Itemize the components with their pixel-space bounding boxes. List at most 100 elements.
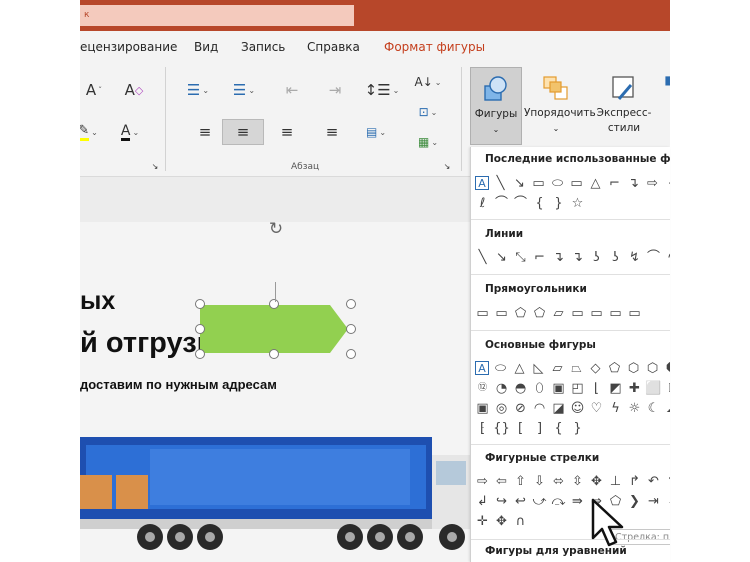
half-frame-shape-icon[interactable]: ◰ xyxy=(568,378,587,398)
frame-shape-icon[interactable]: ▣ xyxy=(549,378,568,398)
left-up-arrow-shape-icon[interactable]: ↰ xyxy=(663,471,670,491)
trapezoid-shape-icon[interactable]: ⏢ xyxy=(567,358,586,378)
parallelogram-shape-icon[interactable]: ▱ xyxy=(548,358,567,378)
curved-up-arrow-shape-icon[interactable]: ⤻ xyxy=(530,491,549,511)
curved-down-arrow-shape-icon[interactable]: ⤼ xyxy=(549,491,568,511)
elbow-connector-shape-icon[interactable]: ⌐ xyxy=(530,247,549,267)
right-triangle-shape-icon[interactable]: ◺ xyxy=(529,358,548,378)
teardrop-shape-icon[interactable]: ⬯ xyxy=(530,378,549,398)
heart-shape-icon[interactable]: ♡ xyxy=(587,398,606,418)
shapes-button[interactable]: Фигуры ⌄ xyxy=(470,67,522,145)
right-arrow-callout-shape-icon[interactable]: ⇥ xyxy=(644,491,663,511)
font-color-icon[interactable]: A ⌄ xyxy=(118,121,142,143)
rectangle-shape-icon[interactable]: ▭ xyxy=(529,173,548,193)
oval-shape-icon[interactable]: ⬭ xyxy=(491,358,510,378)
line-shape-icon[interactable]: ╲ xyxy=(491,173,510,193)
bent-arrow-shape-icon[interactable]: ↱ xyxy=(625,471,644,491)
up-down-arrow-shape-icon[interactable]: ⇳ xyxy=(568,471,587,491)
freeform-shape-icon[interactable]: ∿ xyxy=(663,247,670,267)
block-arc-shape-icon[interactable]: ◠ xyxy=(530,398,549,418)
arrow-line-shape-icon[interactable]: ↘ xyxy=(492,247,511,267)
folded-corner-shape-icon[interactable]: ◪ xyxy=(549,398,568,418)
tab-record[interactable]: Запись xyxy=(241,40,285,54)
resize-handle[interactable] xyxy=(195,299,205,309)
right-arrow-shape-icon[interactable]: ⇨ xyxy=(473,471,492,491)
round-diagonal-rectangle-shape-icon[interactable]: ▭ xyxy=(625,303,644,323)
numbering-icon[interactable]: ☰ ⌄ xyxy=(232,79,256,101)
align-right-icon[interactable]: ≡ xyxy=(275,121,299,143)
pentagon-shape-icon[interactable]: ⬠ xyxy=(605,358,624,378)
triangle-shape-icon[interactable]: △ xyxy=(586,173,605,193)
arc-shape-icon[interactable]: ⌒ xyxy=(511,193,530,213)
freeform-shape-icon[interactable]: ℓ xyxy=(473,193,492,213)
curved-right-arrow-shape-icon[interactable]: ↪ xyxy=(492,491,511,511)
heptagon-shape-icon[interactable]: ⬡ xyxy=(643,358,662,378)
tab-shape-format[interactable]: Формат фигуры xyxy=(384,40,485,54)
double-brace-shape-icon[interactable]: {} xyxy=(492,418,511,438)
slide-subtitle[interactable]: доставим по нужным адресам xyxy=(80,377,277,392)
can-shape-icon[interactable]: ⌸ xyxy=(663,378,670,398)
elbow-double-arrow-shape-icon[interactable]: ↴ xyxy=(568,247,587,267)
tab-help[interactable]: Справка xyxy=(307,40,360,54)
down-arrow-callout-shape-icon[interactable]: ⇩ xyxy=(663,491,670,511)
font-dialog-launcher-icon[interactable]: ↘ xyxy=(150,161,160,171)
curved-connector-shape-icon[interactable]: ʖ xyxy=(587,247,606,267)
arrange-button[interactable]: Упорядочить ⌄ xyxy=(524,67,596,145)
resize-handle[interactable] xyxy=(195,349,205,359)
curved-double-arrow-shape-icon[interactable]: ↯ xyxy=(625,247,644,267)
resize-handle[interactable] xyxy=(346,299,356,309)
cross-shape-icon[interactable]: ✚ xyxy=(625,378,644,398)
resize-handle[interactable] xyxy=(346,349,356,359)
shape-fill-icon[interactable]: ◧ xyxy=(658,69,670,91)
sun-shape-icon[interactable]: ☼ xyxy=(625,398,644,418)
up-arrow-shape-icon[interactable]: ⇧ xyxy=(511,471,530,491)
l-shape-icon[interactable]: ⌊ xyxy=(587,378,606,398)
align-text-icon[interactable]: ⊡ ⌄ xyxy=(416,101,440,123)
resize-handle[interactable] xyxy=(269,299,279,309)
curve-shape-icon[interactable]: ⌒ xyxy=(644,247,663,267)
cloud-shape-icon[interactable]: ☁ xyxy=(663,398,670,418)
arrow-line-shape-icon[interactable]: ↘ xyxy=(510,173,529,193)
hexagon-shape-icon[interactable]: ⬡ xyxy=(624,358,643,378)
resize-handle[interactable] xyxy=(195,324,205,334)
smiley-face-shape-icon[interactable]: ☺ xyxy=(568,398,587,418)
rectangle-shape-icon[interactable]: ▭ xyxy=(473,303,492,323)
paragraph-dialog-launcher-icon[interactable]: ↘ xyxy=(442,161,452,171)
snip-round-rectangle-shape-icon[interactable]: ▭ xyxy=(568,303,587,323)
round-two-corner-rectangle-shape-icon[interactable]: ▭ xyxy=(606,303,625,323)
double-arrow-line-shape-icon[interactable]: ⤡ xyxy=(511,247,530,267)
pie-shape-icon[interactable]: ◔ xyxy=(492,378,511,398)
search-box[interactable]: к xyxy=(80,5,354,26)
resize-handle[interactable] xyxy=(346,324,356,334)
elbow-connector-shape-icon[interactable]: ⌐ xyxy=(605,173,624,193)
chord-shape-icon[interactable]: ◓ xyxy=(511,378,530,398)
clear-formatting-icon[interactable]: A ◇ xyxy=(122,79,146,101)
bevel-shape-icon[interactable]: ▣ xyxy=(473,398,492,418)
rounded-rectangle-shape-icon[interactable]: ▭ xyxy=(567,173,586,193)
text-box-shape-icon[interactable]: A xyxy=(475,176,489,190)
right-brace-shape-icon[interactable]: } xyxy=(568,418,587,438)
rounded-rectangle-shape-icon[interactable]: ▭ xyxy=(492,303,511,323)
line-spacing-icon[interactable]: ↕☰ ⌄ xyxy=(365,79,400,101)
u-turn-arrow-shape-icon[interactable]: ↶ xyxy=(644,471,663,491)
slide-heading-line-1[interactable]: ых xyxy=(80,287,115,316)
elbow-arrow-shape-icon[interactable]: ↴ xyxy=(624,173,643,193)
decrease-font-icon[interactable]: Aˇ xyxy=(82,79,106,101)
right-brace-shape-icon[interactable]: } xyxy=(549,193,568,213)
circular-arrow-shape-icon[interactable]: ✥ xyxy=(492,511,511,531)
increase-indent-icon[interactable]: ⇥ xyxy=(323,79,347,101)
left-brace-shape-icon[interactable]: { xyxy=(530,193,549,213)
resize-handle[interactable] xyxy=(269,349,279,359)
curve-shape-icon[interactable]: ⌒ xyxy=(492,193,511,213)
curved-left-arrow-shape-icon[interactable]: ↩ xyxy=(511,491,530,511)
tab-review[interactable]: ецензирование xyxy=(80,40,177,54)
oval-shape-icon[interactable]: ⬭ xyxy=(548,173,567,193)
striped-right-arrow-shape-icon[interactable]: ⇛ xyxy=(568,491,587,511)
quad-arrow-callout-shape-icon[interactable]: ✛ xyxy=(473,511,492,531)
elbow-arrow-shape-icon[interactable]: ↴ xyxy=(549,247,568,267)
right-arrow-shape-icon[interactable]: ⇨ xyxy=(643,173,662,193)
left-right-arrow-shape-icon[interactable]: ⬄ xyxy=(549,471,568,491)
u-arrow-shape-icon[interactable]: ∩ xyxy=(511,511,530,531)
octagon-shape-icon[interactable]: ⯃ xyxy=(662,358,670,378)
convert-smartart-icon[interactable]: ▦ ⌄ xyxy=(416,131,440,153)
